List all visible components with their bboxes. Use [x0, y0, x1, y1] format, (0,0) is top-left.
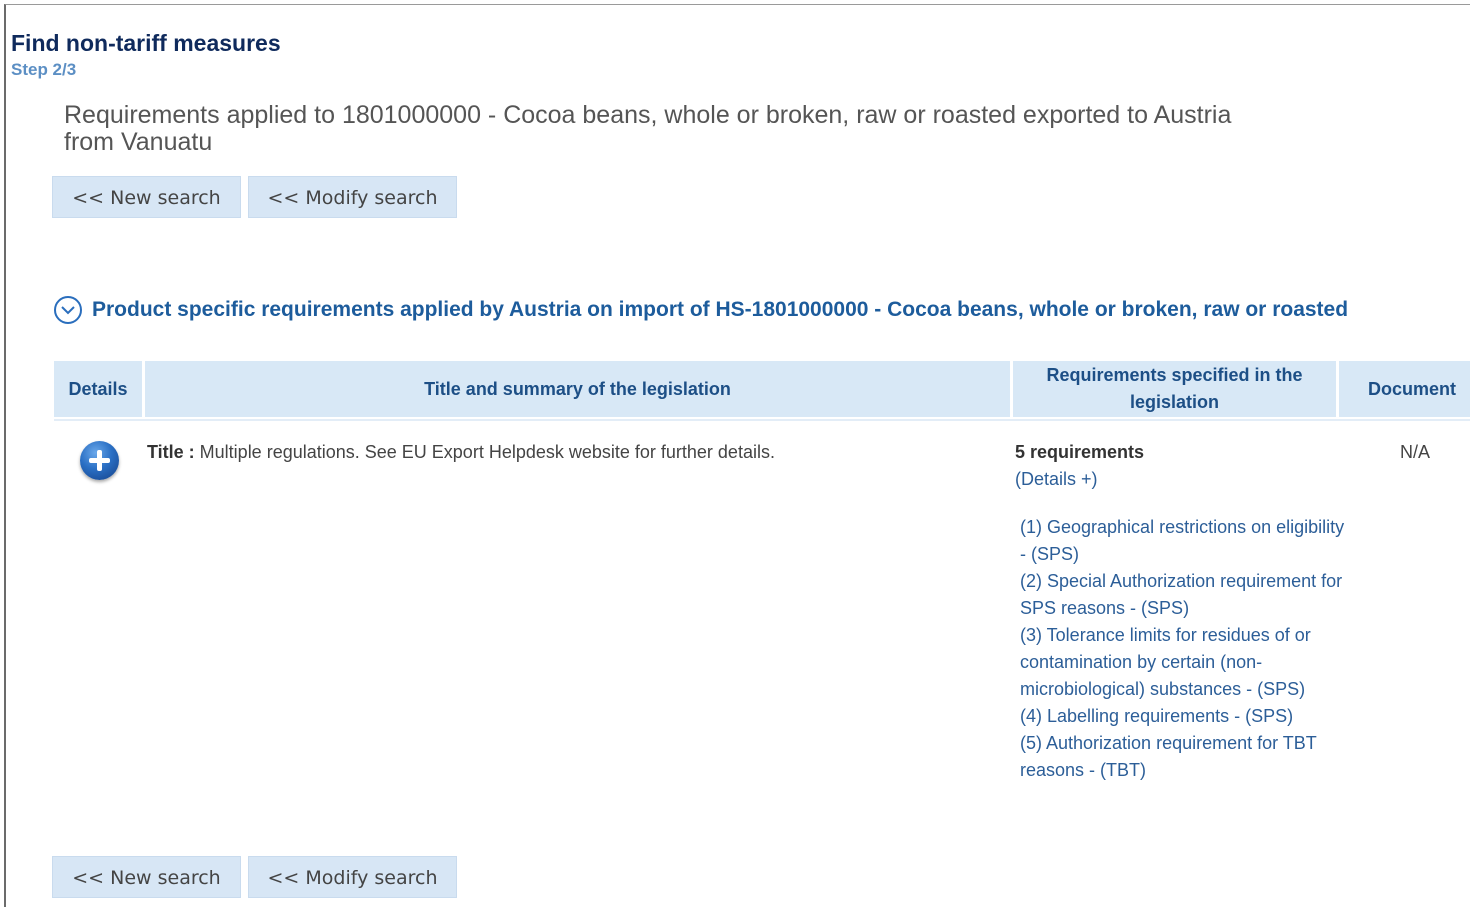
requirements-list: (1) Geographical restrictions on eligibi…	[1020, 514, 1350, 784]
plus-circle-icon[interactable]	[80, 441, 119, 480]
modify-search-button-bottom[interactable]: << Modify search	[248, 856, 457, 898]
section-header[interactable]: Product specific requirements applied by…	[54, 293, 1348, 327]
title-text: Multiple regulations. See EU Export Help…	[194, 442, 775, 462]
requirement-item[interactable]: (1) Geographical restrictions on eligibi…	[1020, 514, 1350, 568]
details-link[interactable]: (Details +)	[1015, 469, 1098, 490]
header-document: Document	[1339, 361, 1470, 417]
header-requirements: Requirements specified in the legislatio…	[1013, 361, 1336, 417]
legislation-title-cell: Title : Multiple regulations. See EU Exp…	[147, 442, 775, 463]
step-indicator: Step 2/3	[11, 60, 77, 79]
document-cell: N/A	[1399, 442, 1430, 462]
header-title-summary: Title and summary of the legislation	[145, 361, 1010, 417]
modify-search-button-top[interactable]: << Modify search	[248, 176, 457, 218]
requirement-item[interactable]: (3) Tolerance limits for residues of or …	[1020, 622, 1350, 703]
requirements-heading: Requirements applied to 1801000000 - Coc…	[64, 101, 1232, 156]
section-title: Product specific requirements applied by…	[92, 298, 1349, 321]
header-divider	[54, 419, 1470, 421]
requirements-count: 5 requirements	[1015, 442, 1145, 462]
new-search-button-top[interactable]: << New search	[52, 176, 241, 218]
page-title: Find non-tariff measures	[11, 30, 281, 56]
chevron-down-circle-icon[interactable]	[54, 296, 82, 324]
new-search-button-bottom[interactable]: << New search	[52, 856, 241, 898]
requirement-item[interactable]: (4) Labelling requirements - (SPS)	[1020, 703, 1350, 730]
requirement-item[interactable]: (2) Special Authorization requirement fo…	[1020, 568, 1350, 622]
requirement-item[interactable]: (5) Authorization requirement for TBT re…	[1020, 730, 1350, 784]
title-label: Title :	[147, 442, 195, 462]
header-details: Details	[54, 361, 142, 417]
